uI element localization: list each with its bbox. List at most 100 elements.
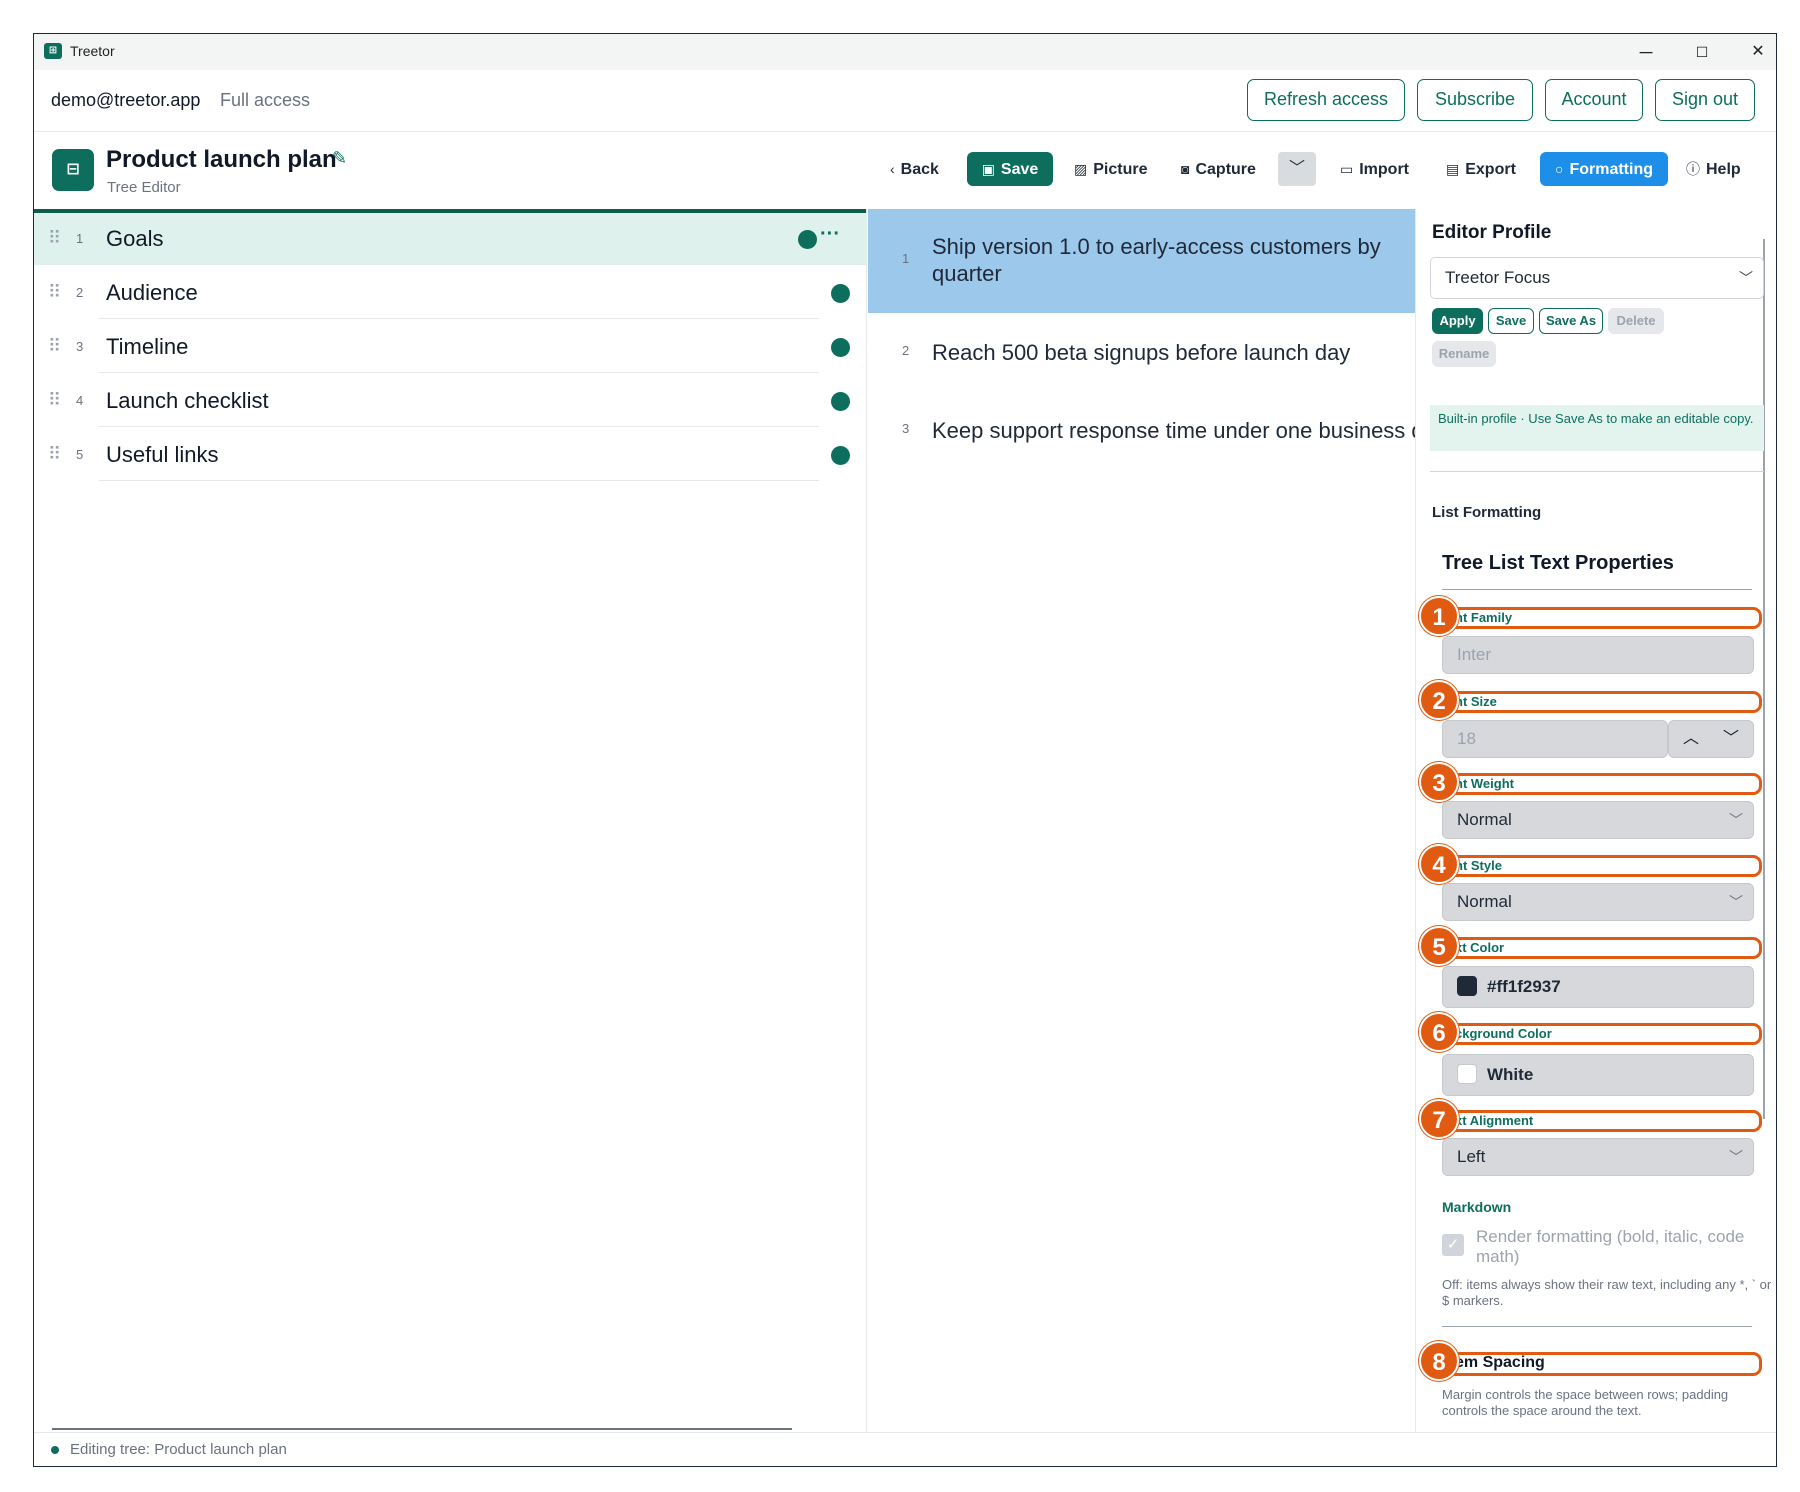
minimize-button[interactable]: ─: [1626, 38, 1666, 66]
chevron-left-icon: ‹: [890, 161, 895, 177]
save-button[interactable]: ▣ Save: [967, 152, 1053, 186]
row-number: 4: [76, 393, 84, 408]
tree-row[interactable]: ⠿ 4 Launch checklist: [34, 375, 867, 427]
account-button[interactable]: Account: [1545, 79, 1643, 121]
detail-text: Ship version 1.0 to early-access custome…: [932, 234, 1381, 286]
close-button[interactable]: ✕: [1738, 38, 1776, 66]
detail-item[interactable]: 3 Keep support response time under one b…: [868, 405, 1415, 459]
status-bar: Editing tree: Product launch plan: [34, 1432, 1776, 1466]
font-family-input[interactable]: Inter: [1442, 636, 1754, 674]
save-profile-button[interactable]: Save: [1488, 308, 1534, 334]
subscribe-button[interactable]: Subscribe: [1417, 79, 1533, 121]
section-divider: [1442, 589, 1752, 590]
section-divider: [1442, 1326, 1752, 1327]
text-alignment-label: xt Alignment: [1444, 1110, 1762, 1132]
font-size-input[interactable]: 18: [1442, 720, 1668, 758]
formatting-button[interactable]: ○ Formatting: [1540, 152, 1668, 186]
text-alignment-select[interactable]: Left ﹀: [1442, 1138, 1754, 1176]
document-header: ⊟ Product launch plan ✎ Tree Editor ‹ Bac…: [34, 132, 1776, 204]
folder-icon: ▭: [1340, 161, 1354, 177]
row-label: Audience: [106, 280, 198, 305]
detail-text: Reach 500 beta signups before launch day: [932, 340, 1351, 365]
row-number: 3: [76, 339, 84, 354]
drag-handle-icon[interactable]: ⠿: [48, 282, 61, 303]
drag-handle-icon[interactable]: ⠿: [48, 336, 61, 357]
status-dot-icon: [831, 392, 850, 411]
detail-number: 2: [902, 343, 910, 358]
help-circle-icon: ⓘ: [1686, 161, 1700, 177]
row-number: 2: [76, 285, 84, 300]
sign-out-button[interactable]: Sign out: [1655, 79, 1755, 121]
status-text: Editing tree: Product launch plan: [70, 1441, 287, 1458]
detail-number: 3: [902, 421, 910, 436]
horizontal-scrollbar[interactable]: [52, 1428, 792, 1430]
font-size-label: nt Size: [1444, 691, 1762, 713]
chevron-down-icon: ﹀: [1729, 1149, 1743, 1165]
markdown-help-text: Off: items always show their raw text, i…: [1442, 1277, 1772, 1308]
tree-list: ⠿ 1 Goals ··· ⠿ 2 Audience ⠿ 3 Timeline …: [34, 209, 867, 1434]
font-family-label: nt Family: [1444, 607, 1762, 629]
tree-document-icon: ⊟: [52, 149, 94, 191]
capture-dropdown-button[interactable]: ﹀: [1278, 152, 1316, 186]
font-style-value: Normal: [1457, 892, 1512, 911]
drag-handle-icon[interactable]: ⠿: [48, 228, 61, 249]
export-button[interactable]: ▤ Export: [1446, 152, 1516, 186]
tree-row[interactable]: ⠿ 3 Timeline: [34, 321, 867, 373]
drag-handle-icon[interactable]: ⠿: [48, 390, 61, 411]
status-dot-icon: [831, 284, 850, 303]
document-title: Product launch plan: [106, 146, 337, 173]
detail-number: 1: [902, 251, 910, 266]
profile-select[interactable]: Treetor Focus ﹀: [1430, 257, 1764, 299]
row-label: Goals: [106, 226, 164, 251]
tree-row[interactable]: ⠿ 5 Useful links: [34, 429, 867, 481]
tree-row[interactable]: ⠿ 1 Goals ···: [34, 213, 867, 265]
drag-handle-icon[interactable]: ⠿: [48, 444, 61, 465]
font-weight-label: nt Weight: [1444, 773, 1762, 795]
text-color-value: #ff1f2937: [1487, 977, 1561, 996]
save-as-profile-button[interactable]: Save As: [1539, 308, 1603, 334]
maximize-button[interactable]: ☐: [1682, 38, 1722, 66]
refresh-access-button[interactable]: Refresh access: [1247, 79, 1405, 121]
render-formatting-checkbox[interactable]: ✓: [1442, 1234, 1464, 1256]
more-options-icon[interactable]: ···: [820, 223, 840, 246]
app-window: ⊞ Treetor ─ ☐ ✕ demo@treetor.app Full ac…: [33, 33, 1777, 1467]
account-email: demo@treetor.app: [51, 90, 201, 110]
row-label: Timeline: [106, 334, 189, 359]
panel-divider: [1430, 471, 1764, 472]
background-color-value: White: [1487, 1065, 1534, 1084]
app-title: Treetor: [70, 43, 115, 59]
access-level: Full access: [220, 90, 311, 110]
background-color-picker[interactable]: White: [1442, 1054, 1754, 1096]
back-button[interactable]: ‹ Back: [890, 152, 939, 186]
status-indicator-icon: [51, 1446, 59, 1454]
edit-title-icon[interactable]: ✎: [332, 148, 347, 169]
help-button[interactable]: ⓘ Help: [1686, 152, 1741, 186]
detail-list: 1 Ship version 1.0 to early-access custo…: [868, 209, 1415, 1434]
chevron-down-icon: ﹀: [1729, 812, 1743, 828]
text-color-picker[interactable]: #ff1f2937: [1442, 966, 1754, 1008]
floppy-icon: ▣: [981, 161, 995, 177]
status-dot-icon: [831, 446, 850, 465]
formatting-panel: Editor Profile Treetor Focus ﹀ Apply Sav…: [1415, 209, 1776, 1434]
row-number: 5: [76, 447, 84, 462]
delete-profile-button[interactable]: Delete: [1608, 308, 1664, 334]
capture-button[interactable]: ◙ Capture: [1181, 152, 1256, 186]
increment-icon[interactable]: ︿: [1673, 721, 1709, 757]
status-dot-icon: [798, 230, 817, 249]
picture-button[interactable]: ▨ Picture: [1074, 152, 1147, 186]
detail-item[interactable]: 2 Reach 500 beta signups before launch d…: [868, 327, 1415, 381]
font-style-select[interactable]: Normal ﹀: [1442, 883, 1754, 921]
decrement-icon[interactable]: ﹀: [1713, 721, 1749, 757]
editor-profile-heading: Editor Profile: [1432, 222, 1552, 243]
status-dot-icon: [831, 338, 850, 357]
rename-profile-button[interactable]: Rename: [1432, 341, 1496, 367]
import-button[interactable]: ▭ Import: [1340, 152, 1409, 186]
panel-scrollbar[interactable]: [1763, 239, 1765, 1119]
apply-profile-button[interactable]: Apply: [1432, 308, 1483, 334]
row-divider: [99, 480, 819, 481]
tree-row[interactable]: ⠿ 2 Audience: [34, 267, 867, 319]
detail-item[interactable]: 1 Ship version 1.0 to early-access custo…: [868, 209, 1415, 313]
font-weight-select[interactable]: Normal ﹀: [1442, 801, 1754, 839]
title-bar: ⊞ Treetor ─ ☐ ✕: [34, 34, 1776, 70]
font-size-stepper: ︿ ﹀: [1668, 720, 1754, 758]
